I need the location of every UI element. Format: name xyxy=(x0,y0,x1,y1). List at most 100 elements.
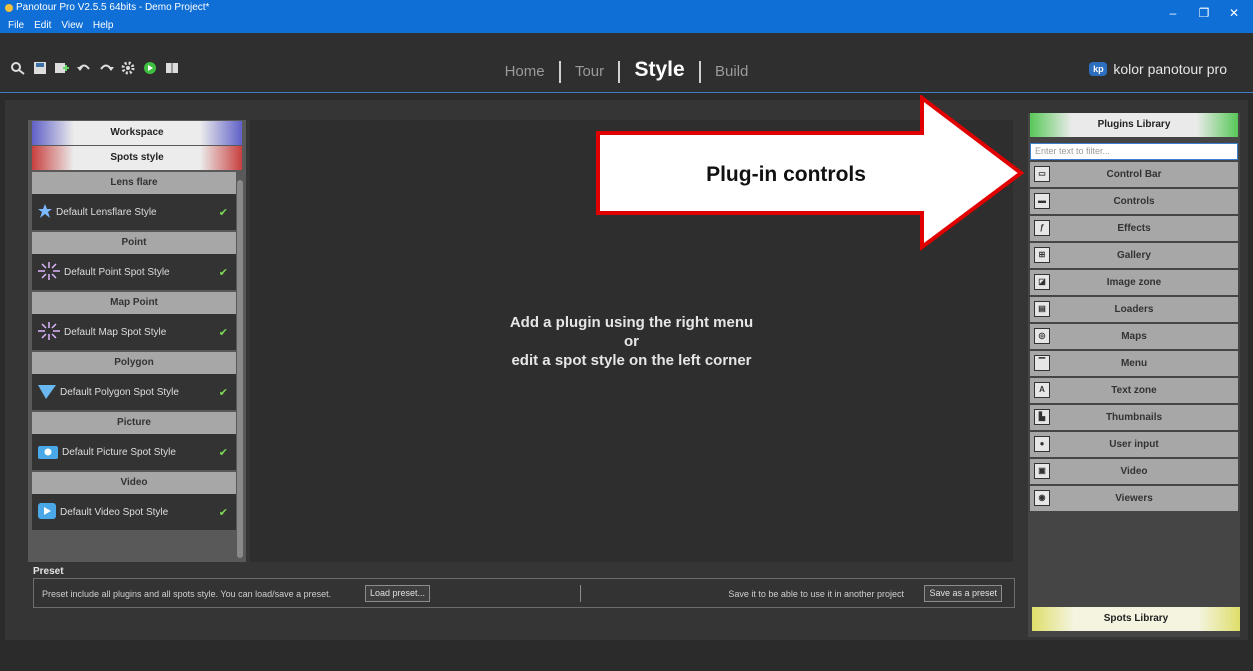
image-zone-icon: ◪ xyxy=(1034,274,1050,290)
style-item-label: Default Picture Spot Style xyxy=(62,446,176,458)
style-item-video[interactable]: Default Video Spot Style ✔ xyxy=(32,494,236,530)
plugin-item-thumbnails[interactable]: ▙ Thumbnails xyxy=(1030,405,1238,430)
thumbnails-icon: ▙ xyxy=(1034,409,1050,425)
plugin-item-loaders[interactable]: ▤ Loaders xyxy=(1030,297,1238,322)
plugin-item-maps[interactable]: ◎ Maps xyxy=(1030,324,1238,349)
tab-style[interactable]: Style xyxy=(626,58,692,82)
close-button[interactable]: ✕ xyxy=(1224,6,1244,20)
menu-help[interactable]: Help xyxy=(93,20,114,31)
kolor-logo-icon: kp xyxy=(1089,62,1108,76)
plugin-item-label: Maps xyxy=(1121,331,1147,342)
menu-bar: File Edit View Help xyxy=(8,20,113,31)
menu-icon: ▔ xyxy=(1034,355,1050,371)
workspace-button[interactable]: Workspace xyxy=(32,121,242,145)
app-icon xyxy=(5,4,13,12)
check-icon: ✔ xyxy=(218,446,228,459)
plugin-item-user-input[interactable]: ● User input xyxy=(1030,432,1238,457)
plugin-item-label: Loaders xyxy=(1114,304,1154,315)
style-item-label: Default Map Spot Style xyxy=(64,326,167,338)
style-item-label: Default Point Spot Style xyxy=(64,266,170,278)
plugin-item-label: User input xyxy=(1109,439,1159,450)
maps-icon: ◎ xyxy=(1034,328,1050,344)
plugin-item-viewers[interactable]: ◉ Viewers xyxy=(1030,486,1238,511)
style-item-map-point[interactable]: Default Map Spot Style ✔ xyxy=(32,314,236,350)
center-message-line2: or xyxy=(624,333,639,350)
tab-build[interactable]: Build xyxy=(707,63,756,80)
center-message-line1: Add a plugin using the right menu xyxy=(509,314,754,331)
plugin-item-label: Effects xyxy=(1117,223,1151,234)
polygon-icon xyxy=(38,383,56,402)
plugin-item-label: Controls xyxy=(1113,196,1155,207)
annotation-text: Plug-in controls xyxy=(706,163,866,186)
tab-tour[interactable]: Tour xyxy=(567,63,612,80)
plugins-library-header[interactable]: Plugins Library xyxy=(1030,113,1238,137)
star-icon xyxy=(38,203,52,221)
plugin-item-effects[interactable]: ƒ Effects xyxy=(1030,216,1238,241)
main-nav: Home Tour Style Build xyxy=(0,58,1253,84)
check-icon: ✔ xyxy=(218,206,228,219)
section-video[interactable]: Video xyxy=(32,472,236,494)
menu-edit[interactable]: Edit xyxy=(34,20,51,31)
plugin-item-gallery[interactable]: ⊞ Gallery xyxy=(1030,243,1238,268)
spots-style-button[interactable]: Spots style xyxy=(32,146,242,170)
map-point-icon xyxy=(38,321,60,343)
check-icon: ✔ xyxy=(218,386,228,399)
plugin-item-menu[interactable]: ▔ Menu xyxy=(1030,351,1238,376)
point-icon xyxy=(38,261,60,283)
tab-home[interactable]: Home xyxy=(497,63,553,80)
menu-file[interactable]: File xyxy=(8,20,24,31)
plugin-item-label: Text zone xyxy=(1111,385,1157,396)
nav-separator xyxy=(618,61,621,84)
plugin-item-label: Menu xyxy=(1120,358,1148,369)
section-point[interactable]: Point xyxy=(32,232,236,254)
nav-separator xyxy=(698,61,701,84)
section-picture[interactable]: Picture xyxy=(32,412,236,434)
brand: kp kolor panotour pro xyxy=(1089,61,1227,77)
check-icon: ✔ xyxy=(218,326,228,339)
preset-label: Preset xyxy=(33,566,64,577)
plugin-item-label: Viewers xyxy=(1115,493,1153,504)
plugin-item-image-zone[interactable]: ◪ Image zone xyxy=(1030,270,1238,295)
gallery-icon: ⊞ xyxy=(1034,247,1050,263)
status-strip xyxy=(0,640,1253,671)
plugin-item-controls[interactable]: ▬ Controls xyxy=(1030,189,1238,214)
menu-view[interactable]: View xyxy=(61,20,83,31)
maximize-button[interactable]: ❐ xyxy=(1194,6,1214,20)
center-message-line3: edit a spot style on the left corner xyxy=(511,352,752,369)
video-plugin-icon: ▣ xyxy=(1034,463,1050,479)
plugin-item-control-bar[interactable]: ▭ Control Bar xyxy=(1030,162,1238,187)
user-input-icon: ● xyxy=(1034,436,1050,452)
left-panel-scrollbar[interactable] xyxy=(237,180,243,558)
brand-name: kolor panotour pro xyxy=(1113,61,1227,77)
section-lens-flare[interactable]: Lens flare xyxy=(32,172,236,194)
preset-bar: Preset include all plugins and all spots… xyxy=(33,578,1015,608)
window-title: Panotour Pro V2.5.5 64bits - Demo Projec… xyxy=(16,2,210,13)
preset-divider xyxy=(580,585,581,602)
loaders-icon: ▤ xyxy=(1034,301,1050,317)
title-bar: Panotour Pro V2.5.5 64bits - Demo Projec… xyxy=(0,0,1253,33)
style-item-point[interactable]: Default Point Spot Style ✔ xyxy=(32,254,236,290)
minimize-button[interactable]: – xyxy=(1163,6,1183,20)
spots-style-panel: Workspace Spots style Lens flare Default… xyxy=(28,120,246,562)
plugin-filter-input[interactable]: Enter text to filter... xyxy=(1030,143,1238,160)
video-icon xyxy=(38,502,56,522)
style-item-polygon[interactable]: Default Polygon Spot Style ✔ xyxy=(32,374,236,410)
viewers-icon: ◉ xyxy=(1034,490,1050,506)
control-bar-icon: ▭ xyxy=(1034,166,1050,182)
plugin-item-text-zone[interactable]: A Text zone xyxy=(1030,378,1238,403)
plugin-item-label: Image zone xyxy=(1106,277,1162,288)
effects-icon: ƒ xyxy=(1034,220,1050,236)
section-polygon[interactable]: Polygon xyxy=(32,352,236,374)
style-item-picture[interactable]: Default Picture Spot Style ✔ xyxy=(32,434,236,470)
plugins-library-panel: Plugins Library Enter text to filter... … xyxy=(1028,113,1240,637)
load-preset-button[interactable]: Load preset... xyxy=(365,585,431,602)
toolbar: Home Tour Style Build kp kolor panotour … xyxy=(0,33,1253,93)
section-map-point[interactable]: Map Point xyxy=(32,292,236,314)
spots-library-button[interactable]: Spots Library xyxy=(1032,607,1240,631)
plugin-item-video[interactable]: ▣ Video xyxy=(1030,459,1238,484)
nav-separator xyxy=(558,61,561,84)
text-zone-icon: A xyxy=(1034,382,1050,398)
save-preset-button[interactable]: Save as a preset xyxy=(924,585,1002,602)
preset-save-info-text: Save it to be able to use it in another … xyxy=(728,589,904,599)
style-item-lensflare[interactable]: Default Lensflare Style ✔ xyxy=(32,194,236,230)
